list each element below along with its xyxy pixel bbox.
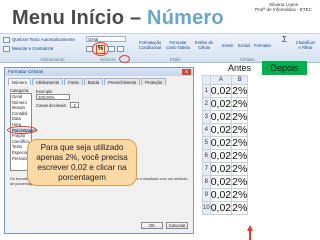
after-header: Depois (262, 61, 307, 75)
dialog-button-row: OK Cancelar (141, 222, 188, 229)
column-header-b[interactable]: B (231, 75, 249, 85)
table-row: 8 0,02 2% (202, 175, 249, 189)
number-format-dropdown[interactable]: Geral (86, 36, 126, 42)
format-as-table-label-2: como Tabela (166, 44, 190, 50)
number-group-label: Número (100, 57, 116, 62)
sort-filter-button[interactable]: Classificar e Filtrar (292, 40, 319, 50)
percent-highlight-circle (92, 42, 109, 56)
title-accent: Número (147, 7, 224, 29)
dialog-tabs: Número Alinhamento Fonte Borda Preenchim… (8, 78, 167, 85)
cell-before[interactable]: 0,02 (209, 97, 233, 111)
author-role: Profª de Informática - ETEC (255, 7, 312, 13)
tab-border[interactable]: Borda (83, 78, 104, 85)
wrap-text-icon[interactable] (3, 37, 10, 43)
column-header-row: A B (202, 75, 249, 85)
percentage-highlight-circle (7, 126, 37, 134)
cell-after[interactable]: 2% (231, 175, 249, 189)
row-header[interactable]: 4 (202, 123, 211, 137)
comma-style-icon[interactable] (108, 46, 115, 52)
alignment-group-label: Alinhamento (40, 57, 65, 62)
row-header[interactable]: 2 (202, 97, 211, 111)
tab-protection[interactable]: Proteção (141, 78, 167, 85)
tab-fill[interactable]: Preenchimento (104, 78, 141, 85)
tab-font[interactable]: Fonte (64, 78, 83, 85)
cell-after[interactable]: 2% (231, 136, 249, 150)
table-row: 1 0,02 2% (202, 84, 249, 98)
cell-before[interactable]: 0,02 (209, 84, 233, 98)
row-header[interactable]: 10 (202, 201, 211, 215)
merge-center-button[interactable]: Mesclar e Centralizar (12, 46, 53, 51)
table-row: 2 0,02 2% (202, 97, 249, 111)
cell-after[interactable]: 2% (231, 149, 249, 163)
cell-before[interactable]: 0,02 (209, 110, 233, 124)
table-row: 10 0,02 2% (202, 201, 249, 215)
close-icon[interactable]: x (182, 69, 191, 75)
insert-button[interactable]: Inserir (222, 43, 234, 49)
cell-before[interactable]: 0,02 (209, 175, 233, 189)
cell-after[interactable]: 2% (231, 162, 249, 176)
cell-before[interactable]: 0,02 (209, 162, 233, 176)
page-title: Menu Início – Número (12, 7, 224, 30)
tab-alignment[interactable]: Alinhamento (31, 78, 64, 85)
row-header[interactable]: 1 (202, 84, 211, 98)
decimal-icon[interactable] (117, 46, 124, 52)
decimal-places-input[interactable]: 2 (70, 102, 79, 108)
format-as-table-button[interactable]: Formatar como Tabela (165, 40, 191, 50)
autosum-icon[interactable]: Σ (282, 35, 287, 44)
merge-center-icon[interactable] (3, 46, 10, 52)
arrow-stem (249, 231, 251, 240)
cell-after[interactable]: 2% (231, 97, 249, 111)
tip-line-3: escrever 0,02 e clicar na (37, 163, 127, 172)
wrap-text-button[interactable]: Quebrar Texto Automaticamente (12, 37, 75, 42)
format-button[interactable]: Formatar (254, 43, 271, 49)
cell-before[interactable]: 0,02 (209, 149, 233, 163)
conditional-format-label-2: Condicional (139, 44, 161, 50)
row-header[interactable]: 7 (202, 162, 211, 176)
tip-line-2: apenas 2%, você precisa (36, 153, 128, 162)
example-preview: 200,00% (36, 94, 70, 100)
table-row: 4 0,02 2% (202, 123, 249, 137)
select-all-corner[interactable] (202, 75, 211, 85)
tab-number[interactable]: Número (8, 78, 31, 85)
decimal-places-label: Casas decimais: (36, 103, 67, 108)
dialog-title: Formatar Células (5, 68, 193, 76)
tip-line-4: porcentagem (58, 173, 106, 182)
title-main: Menu Início – (12, 7, 148, 29)
row-header[interactable]: 6 (202, 149, 211, 163)
conditional-format-button[interactable]: Formatação Condicional (137, 40, 163, 50)
row-header[interactable]: 3 (202, 110, 211, 124)
sort-filter-label-2: e Filtrar (298, 44, 313, 50)
ok-button[interactable]: OK (141, 222, 163, 229)
before-header: Antes (227, 63, 251, 73)
table-row: 9 0,02 2% (202, 188, 249, 202)
excel-ribbon: Quebrar Texto Automaticamente Mesclar e … (0, 33, 320, 63)
row-header[interactable]: 8 (202, 175, 211, 189)
table-row: 6 0,02 2% (202, 149, 249, 163)
row-header[interactable]: 5 (202, 136, 211, 150)
cell-grid: A B 1 0,02 2% 2 0,02 2% 3 0,02 2% 4 0,02 2% 5 0,0… (202, 75, 249, 215)
column-header-a[interactable]: A (209, 75, 233, 85)
table-row: 7 0,02 2% (202, 162, 249, 176)
cell-before[interactable]: 0,02 (209, 123, 233, 137)
cell-before[interactable]: 0,02 (209, 136, 233, 150)
cell-before[interactable]: 0,02 (209, 188, 233, 202)
cell-styles-button[interactable]: Estilos de Célula (193, 40, 215, 50)
cell-after[interactable]: 2% (231, 201, 249, 215)
cell-after[interactable]: 2% (231, 188, 249, 202)
cell-after[interactable]: 2% (231, 110, 249, 124)
table-row: 5 0,02 2% (202, 136, 249, 150)
cell-before[interactable]: 0,02 (209, 201, 233, 215)
cell-after[interactable]: 2% (231, 123, 249, 137)
tip-line-1: Para que seja utilizado (40, 143, 124, 152)
tip-callout: Para que seja utilizado apenas 2%, você … (27, 139, 137, 186)
row-header[interactable]: 9 (202, 188, 211, 202)
cancel-button[interactable]: Cancelar (166, 222, 188, 229)
author-credit: Silvana Lopes Profª de Informática - ETE… (255, 2, 312, 13)
number-dialog-launcher-circle[interactable] (119, 55, 130, 63)
delete-button[interactable]: Excluir (238, 43, 251, 49)
styles-group-label: Estilo (170, 57, 181, 62)
cell-styles-label-2: Célula (198, 44, 210, 50)
cell-after[interactable]: 2% (231, 84, 249, 98)
table-row: 3 0,02 2% (202, 110, 249, 124)
